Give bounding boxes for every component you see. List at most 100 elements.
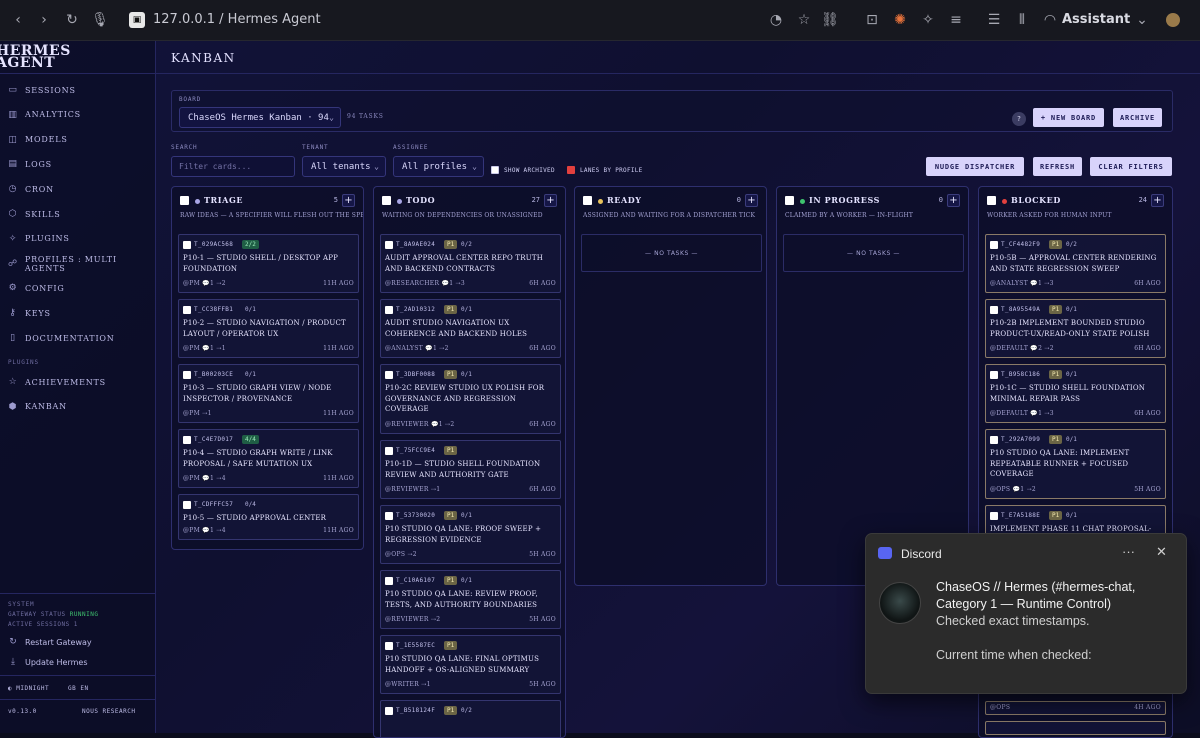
sidebar-item-cron[interactable]: ◷ CRON [0,178,156,200]
lanes-by-profile-checkbox[interactable] [567,166,575,174]
menu-lines-icon[interactable]: ☰ [984,10,1004,30]
task-card[interactable]: T_292A7099 P1 0/1 P10 STUDIO QA LANE: IMPLE… [985,429,1166,499]
sidebar-item-profiles-multi-agents[interactable]: ☍ PROFILES : MULTI AGENTS [0,253,156,275]
lens-icon[interactable]: ⊡ [862,10,882,30]
clear-filters-button[interactable]: CLEAR FILTERS [1090,157,1172,176]
search-input[interactable]: Filter cards... [171,156,295,177]
task-card[interactable]: T_CC38FFB1 0/1 P10-2 — STUDIO NAVIGATION /… [178,299,359,358]
column-select-checkbox[interactable] [180,196,189,205]
sidebar-item-kanban[interactable]: ⬢ KANBAN [0,396,156,418]
sidebar-item-logs[interactable]: ▤ LOGS [0,153,156,175]
task-card[interactable]: @OPS 4H AGO [985,701,1166,715]
profile-avatar-icon[interactable] [1166,13,1180,27]
sidebar-item-models[interactable]: ◫ MODELS [0,129,156,151]
chevron-down-icon[interactable]: ⌄ [1132,10,1152,30]
help-button[interactable]: ? [1012,112,1026,126]
card-checkbox[interactable] [990,306,998,314]
credit-link[interactable]: NOUS RESEARCH [82,708,135,715]
refresh-button[interactable]: REFRESH [1033,157,1082,176]
sidebar-item-achievements[interactable]: ☆ ACHIEVEMENTS [0,371,156,393]
card-checkbox[interactable] [990,241,998,249]
card-checkbox[interactable] [183,241,191,249]
theme-switcher[interactable]: ◐ MIDNIGHT [8,685,49,692]
address-bar[interactable]: 127.0.0.1 / Hermes Agent [153,12,321,27]
task-card[interactable]: T_B518124F P1 0/2 [380,700,561,737]
more-options-icon[interactable]: ··· [1122,544,1135,559]
task-card[interactable]: T_C10A6107 P1 0/1 P10 STUDIO QA LANE: REVIE… [380,570,561,629]
link-icon[interactable]: ⛓ [820,10,840,30]
sidebar-item-analytics[interactable]: ▥ ANALYTICS [0,104,156,126]
task-card[interactable]: T_CF4482F9 P1 0/2 P10-5B — APPROVAL CENTER … [985,234,1166,293]
reload-icon[interactable]: ↻ [62,10,82,30]
card-checkbox[interactable] [385,447,393,455]
progress-badge: 0/1 [461,371,472,378]
task-card[interactable]: T_B00203CE 0/1 P10-3 — STUDIO GRAPH VIEW /… [178,364,359,423]
card-checkbox[interactable] [183,501,191,509]
forward-icon[interactable]: › [34,10,54,30]
assistant-icon[interactable]: ◠ [1040,10,1060,30]
assignee-select[interactable]: All profiles ⌄ [393,156,484,177]
add-card-button[interactable]: + [947,194,960,207]
card-checkbox[interactable] [385,512,393,520]
restart-gateway-button[interactable]: ↻ Restart Gateway [0,631,156,653]
board-select[interactable]: ChaseOS Hermes Kanban · 94 ⌄ [179,107,341,128]
card-checkbox[interactable] [183,306,191,314]
card-checkbox[interactable] [990,371,998,379]
card-checkbox[interactable] [385,707,393,715]
discord-notification[interactable]: Discord ··· ✕ ChaseOS // Hermes (#hermes… [865,533,1187,694]
add-card-button[interactable]: + [745,194,758,207]
close-icon[interactable]: ✕ [1156,544,1167,560]
back-icon[interactable]: ‹ [8,10,28,30]
playlist-icon[interactable]: ≡ [946,10,966,30]
tenant-select[interactable]: All tenants ⌄ [302,156,386,177]
task-card[interactable]: T_3DBF0088 P1 0/1 P10-2C REVIEW STUDIO UX P… [380,364,561,434]
task-title: P10-2B IMPLEMENT BOUNDED STUDIO PRODUCT-… [990,319,1150,338]
add-card-button[interactable]: + [342,194,355,207]
task-card[interactable]: T_8A95549A P1 0/1 P10-2B IMPLEMENT BOUNDED … [985,299,1166,358]
audio-wave-icon[interactable]: ⦀ [1012,10,1032,30]
task-card[interactable]: T_8A9AE024 P1 0/2 AUDIT APPROVAL CENTER REP… [380,234,561,293]
card-checkbox[interactable] [385,577,393,585]
task-card[interactable]: T_CDFFFC57 0/4 P10-5 — STUDIO APPROVAL CEN… [178,494,359,540]
column-select-checkbox[interactable] [382,196,391,205]
performance-icon[interactable]: ◔ [766,10,786,30]
card-checkbox[interactable] [385,642,393,650]
task-card[interactable]: T_B958C186 P1 0/1 P10-1C — STUDIO SHELL FOU… [985,364,1166,423]
task-card[interactable]: T_75FCC9E4 P1 P10-1D — STUDIO SHELL FOUNDA… [380,440,561,499]
task-card[interactable]: T_2AD10312 P1 0/1 AUDIT STUDIO NAVIGATION U… [380,299,561,358]
sidebar-item-config[interactable]: ⚙ CONFIG [0,277,156,299]
card-checkbox[interactable] [990,436,998,444]
add-card-button[interactable]: + [544,194,557,207]
sidebar-item-documentation[interactable]: ▯ DOCUMENTATION [0,327,156,349]
new-board-button[interactable]: + NEW BOARD [1033,108,1104,127]
task-id: T_3DBF0088 [396,371,436,378]
card-checkbox[interactable] [385,306,393,314]
card-checkbox[interactable] [385,241,393,249]
claude-extension-icon[interactable]: ✺ [890,10,910,30]
card-checkbox[interactable] [183,436,191,444]
card-checkbox[interactable] [990,512,998,520]
nudge-dispatcher-button[interactable]: NUDGE DISPATCHER [926,157,1024,176]
bookmark-star-icon[interactable]: ☆ [794,10,814,30]
task-card[interactable]: T_029AC568 2/2 P10-1 — STUDIO SHELL / DESK… [178,234,359,293]
add-card-button[interactable]: + [1151,194,1164,207]
show-archived-checkbox[interactable] [491,166,499,174]
extensions-puzzle-icon[interactable]: ✧ [918,10,938,30]
task-card[interactable]: T_53730020 P1 0/1 P10 STUDIO QA LANE: PROOF… [380,505,561,564]
assistant-button[interactable]: Assistant [1062,12,1130,27]
card-checkbox[interactable] [385,371,393,379]
task-card[interactable]: T_C4E7D017 4/4 P10-4 — STUDIO GRAPH WRITE … [178,429,359,488]
task-card[interactable]: T_1E5587EC P1 P10 STUDIO QA LANE: FINAL OP… [380,635,561,694]
column-select-checkbox[interactable] [583,196,592,205]
microphone-icon[interactable]: 🎙 [90,10,110,30]
sidebar-item-plugins[interactable]: ✧ PLUGINS [0,228,156,250]
sidebar-item-keys[interactable]: ⚷ KEYS [0,302,156,324]
sidebar-item-skills[interactable]: ⬡ SKILLS [0,203,156,225]
card-checkbox[interactable] [183,371,191,379]
language-switcher[interactable]: GB EN [68,685,89,692]
update-hermes-button[interactable]: ⤓ Update Hermes [0,651,156,673]
archive-button[interactable]: ARCHIVE [1113,108,1162,127]
column-select-checkbox[interactable] [987,196,996,205]
sidebar-item-sessions[interactable]: ▭ SESSIONS [0,79,156,101]
column-select-checkbox[interactable] [785,196,794,205]
